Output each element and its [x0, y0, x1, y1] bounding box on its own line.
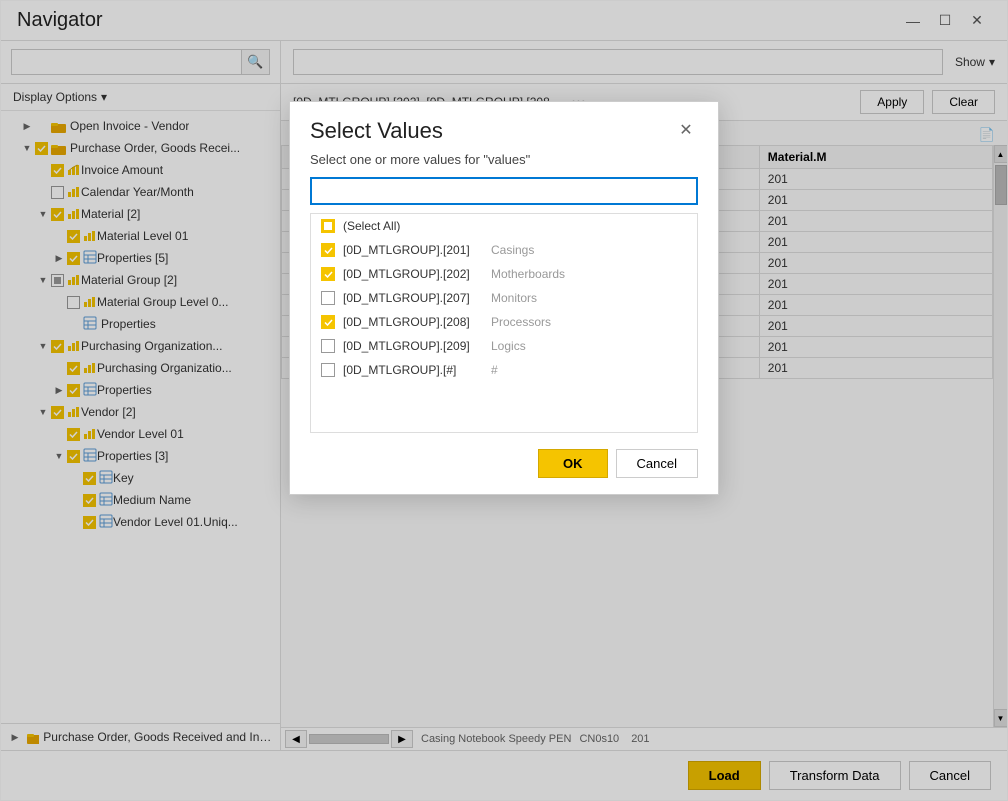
- modal-item-value: Logics: [491, 339, 526, 353]
- checkbox-unchecked[interactable]: [321, 291, 335, 305]
- modal-item-value: #: [491, 363, 498, 377]
- modal-cancel-button[interactable]: Cancel: [616, 449, 698, 478]
- modal-list: (Select All)[0D_MTLGROUP].[201]Casings[0…: [310, 213, 698, 433]
- modal-list-item[interactable]: [0D_MTLGROUP].[209] Logics: [311, 334, 697, 358]
- checkbox-unchecked[interactable]: [321, 339, 335, 353]
- modal-ok-button[interactable]: OK: [538, 449, 608, 478]
- modal-item-value: Monitors: [491, 291, 537, 305]
- modal-item-value: Processors: [491, 315, 551, 329]
- modal-search-input[interactable]: [310, 177, 698, 205]
- select-values-modal: Select Values ✕ Select one or more value…: [289, 101, 719, 495]
- checkbox-unchecked[interactable]: [321, 363, 335, 377]
- modal-item-key: [0D_MTLGROUP].[201]: [343, 243, 483, 257]
- modal-item-key: [0D_MTLGROUP].[209]: [343, 339, 483, 353]
- modal-close-button[interactable]: ✕: [674, 118, 698, 142]
- checkbox-checked[interactable]: [321, 243, 335, 257]
- modal-item-value: Casings: [491, 243, 534, 257]
- modal-item-value: Motherboards: [491, 267, 565, 281]
- checkbox-checked[interactable]: [321, 315, 335, 329]
- modal-item-key: [0D_MTLGROUP].[208]: [343, 315, 483, 329]
- modal-item-key: [0D_MTLGROUP].[207]: [343, 291, 483, 305]
- modal-overlay: Select Values ✕ Select one or more value…: [1, 1, 1007, 800]
- modal-item-key: [0D_MTLGROUP].[#]: [343, 363, 483, 377]
- modal-list-item[interactable]: [0D_MTLGROUP].[#] #: [311, 358, 697, 382]
- modal-list-item[interactable]: [0D_MTLGROUP].[208] Processors: [311, 310, 697, 334]
- checkbox-partial[interactable]: [321, 219, 335, 233]
- modal-item-key: [0D_MTLGROUP].[202]: [343, 267, 483, 281]
- checkbox-checked[interactable]: [321, 267, 335, 281]
- modal-footer: OK Cancel: [290, 433, 718, 494]
- modal-subtitle: Select one or more values for "values": [290, 152, 718, 177]
- app-window: Navigator — ☐ ✕ 🔍 Display Options ▾ ▶: [0, 0, 1008, 801]
- modal-header: Select Values ✕: [290, 102, 718, 152]
- modal-title: Select Values: [310, 118, 443, 144]
- modal-list-item[interactable]: [0D_MTLGROUP].[207] Monitors: [311, 286, 697, 310]
- modal-list-item[interactable]: [0D_MTLGROUP].[202] Motherboards: [311, 262, 697, 286]
- modal-item-key: (Select All): [343, 219, 483, 233]
- modal-list-item[interactable]: [0D_MTLGROUP].[201] Casings: [311, 238, 697, 262]
- modal-list-item[interactable]: (Select All): [311, 214, 697, 238]
